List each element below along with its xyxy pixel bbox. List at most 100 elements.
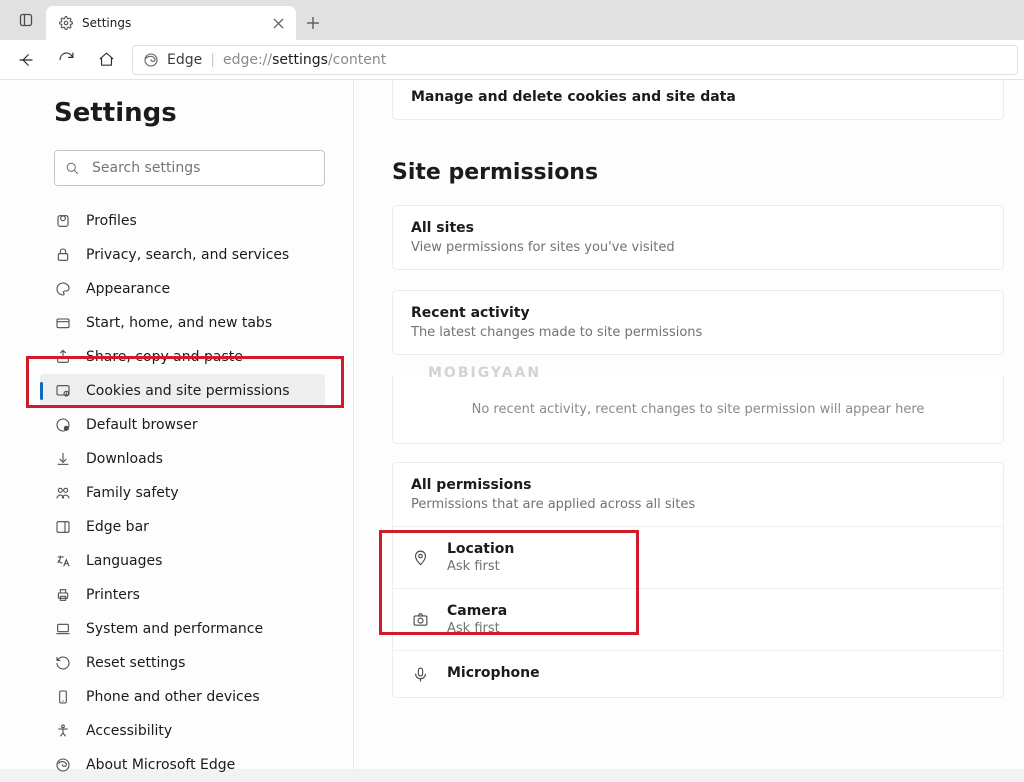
sidebar-item-label: About Microsoft Edge xyxy=(86,757,235,773)
close-icon xyxy=(273,18,284,29)
cookies-icon xyxy=(54,382,72,400)
all-sites-title: All sites xyxy=(411,220,985,236)
family-icon xyxy=(54,484,72,502)
sidebar-item-label: Default browser xyxy=(86,417,198,433)
sidebar-item-label: Privacy, search, and services xyxy=(86,247,289,263)
back-button[interactable] xyxy=(6,40,46,80)
camera-icon xyxy=(411,611,429,629)
sidebar-item-appearance[interactable]: Appearance xyxy=(40,272,325,306)
sidebar-item-system[interactable]: System and performance xyxy=(40,612,325,646)
permission-camera[interactable]: Camera Ask first xyxy=(393,589,1003,650)
sidebar-item-label: Cookies and site permissions xyxy=(86,383,290,399)
permission-microphone[interactable]: Microphone xyxy=(393,651,1003,697)
perm-state: Ask first xyxy=(447,559,514,574)
address-scheme-label: Edge xyxy=(167,52,202,68)
printer-icon xyxy=(54,586,72,604)
sidebar-item-profiles[interactable]: Profiles xyxy=(40,204,325,238)
recent-empty-state: No recent activity, recent changes to si… xyxy=(392,376,1004,444)
close-tab-button[interactable] xyxy=(270,15,286,31)
section-heading: Site permissions xyxy=(392,160,1024,185)
all-permissions-group: All permissions Permissions that are app… xyxy=(392,462,1004,698)
address-separator: | xyxy=(210,52,215,68)
recent-activity-card: Recent activity The latest changes made … xyxy=(392,290,1004,355)
sidebar-item-languages[interactable]: Languages xyxy=(40,544,325,578)
manage-cookies-card[interactable]: Manage and delete cookies and site data xyxy=(392,80,1004,120)
gear-icon xyxy=(58,15,74,31)
edge-logo-icon xyxy=(143,52,159,68)
palette-icon xyxy=(54,280,72,298)
sidebar-item-accessibility[interactable]: Accessibility xyxy=(40,714,325,748)
url-dim: edge:// xyxy=(223,52,272,68)
all-perms-sub: Permissions that are applied across all … xyxy=(411,497,985,512)
sidebar-item-reset[interactable]: Reset settings xyxy=(40,646,325,680)
sidebar-item-edgebar[interactable]: Edge bar xyxy=(40,510,325,544)
browser-tab-settings[interactable]: Settings xyxy=(46,6,296,40)
new-tab-button[interactable] xyxy=(296,6,330,40)
all-perms-title: All permissions xyxy=(411,477,985,493)
sidebar-item-label: Languages xyxy=(86,553,162,569)
perm-name: Camera xyxy=(447,603,507,619)
refresh-icon xyxy=(58,51,75,68)
sidebar-item-label: Phone and other devices xyxy=(86,689,260,705)
sidebar-item-label: Edge bar xyxy=(86,519,149,535)
sidebar-item-phone[interactable]: Phone and other devices xyxy=(40,680,325,714)
search-input[interactable] xyxy=(92,160,314,176)
sidebar-item-label: Accessibility xyxy=(86,723,172,739)
phone-icon xyxy=(54,688,72,706)
sidebar-item-label: Share, copy and paste xyxy=(86,349,243,365)
sidebar-item-label: Reset settings xyxy=(86,655,185,671)
settings-sidebar: Settings Profiles Privacy, search, and s… xyxy=(0,80,354,769)
tabs-icon xyxy=(54,314,72,332)
sidebar-item-label: Appearance xyxy=(86,281,170,297)
location-icon xyxy=(411,549,429,567)
manage-cookies-label: Manage and delete cookies and site data xyxy=(411,89,985,105)
permission-location[interactable]: Location Ask first xyxy=(393,527,1003,588)
share-icon xyxy=(54,348,72,366)
recent-sub: The latest changes made to site permissi… xyxy=(411,325,985,340)
home-button[interactable] xyxy=(86,40,126,80)
sidebar-item-cookies[interactable]: Cookies and site permissions xyxy=(40,374,325,408)
all-sites-sub: View permissions for sites you've visite… xyxy=(411,240,985,255)
perm-name: Microphone xyxy=(447,665,540,681)
sidebar-item-start[interactable]: Start, home, and new tabs xyxy=(40,306,325,340)
arrow-left-icon xyxy=(17,51,35,69)
sidebar-item-label: Printers xyxy=(86,587,140,603)
lock-icon xyxy=(54,246,72,264)
sidebar-item-downloads[interactable]: Downloads xyxy=(40,442,325,476)
refresh-button[interactable] xyxy=(46,40,86,80)
profile-icon xyxy=(54,212,72,230)
perm-name: Location xyxy=(447,541,514,557)
url-main: settings xyxy=(272,52,328,68)
url-tail: /content xyxy=(328,52,386,68)
microphone-icon xyxy=(411,665,429,683)
sidebar-item-family[interactable]: Family safety xyxy=(40,476,325,510)
sidebar-item-about[interactable]: About Microsoft Edge xyxy=(40,748,325,782)
sidebar-item-label: System and performance xyxy=(86,621,263,637)
sidebar-item-printers[interactable]: Printers xyxy=(40,578,325,612)
edgebar-icon xyxy=(54,518,72,536)
reset-icon xyxy=(54,654,72,672)
tab-strip: Settings xyxy=(0,0,1024,40)
sidebar-item-share[interactable]: Share, copy and paste xyxy=(40,340,325,374)
perm-state: Ask first xyxy=(447,621,507,636)
search-settings-box[interactable] xyxy=(54,150,325,186)
download-icon xyxy=(54,450,72,468)
sidebar-item-label: Profiles xyxy=(86,213,137,229)
home-icon xyxy=(98,51,115,68)
laptop-icon xyxy=(54,620,72,638)
page-title: Settings xyxy=(54,98,325,128)
search-icon xyxy=(65,161,80,176)
edge-icon xyxy=(54,756,72,774)
sidebar-item-label: Start, home, and new tabs xyxy=(86,315,272,331)
sidebar-item-label: Downloads xyxy=(86,451,163,467)
sidebar-item-default-browser[interactable]: Default browser xyxy=(40,408,325,442)
sidebar-item-privacy[interactable]: Privacy, search, and services xyxy=(40,238,325,272)
address-bar[interactable]: Edge | edge://settings/content xyxy=(132,45,1018,75)
tab-actions-button[interactable] xyxy=(6,0,46,40)
tab-title: Settings xyxy=(82,16,270,30)
recent-title: Recent activity xyxy=(411,305,985,321)
all-sites-card[interactable]: All sites View permissions for sites you… xyxy=(392,205,1004,270)
settings-nav: Profiles Privacy, search, and services A… xyxy=(54,204,325,782)
accessibility-icon xyxy=(54,722,72,740)
tab-preview-icon xyxy=(18,12,34,28)
